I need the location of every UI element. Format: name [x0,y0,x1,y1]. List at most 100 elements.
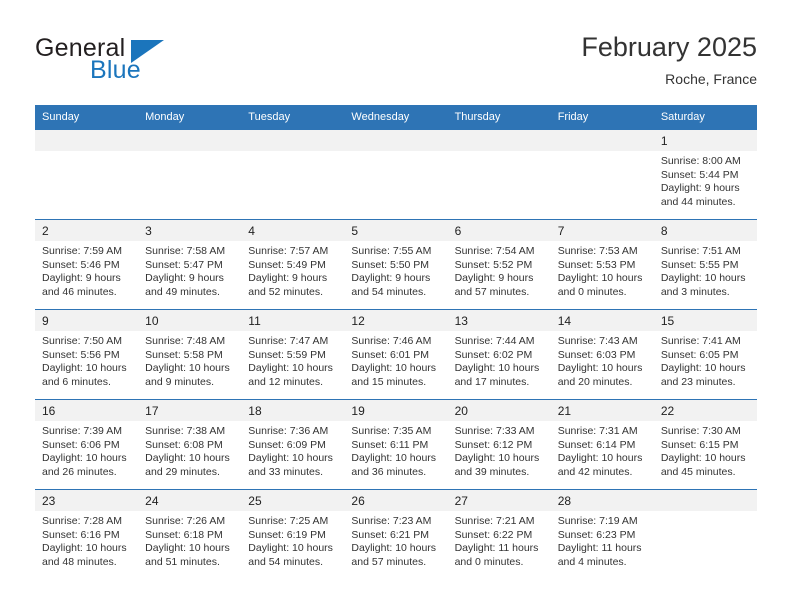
calendar-day-cell[interactable] [447,129,551,220]
day-cell-inner: 27 Sunrise: 7:21 AM Sunset: 6:22 PM Dayligh… [447,490,551,580]
day-number: 10 [138,310,242,331]
day-cell-inner: 18 Sunrise: 7:36 AM Sunset: 6:09 PM Dayligh… [241,400,345,489]
calendar-day-cell[interactable] [653,489,757,580]
calendar-week-row: 16 Sunrise: 7:39 AM Sunset: 6:06 PM Dayligh… [35,399,757,490]
daylight-text: Daylight: 10 hours and 12 minutes. [248,362,333,388]
daylight-text: Daylight: 11 hours and 4 minutes. [557,542,642,568]
day-cell-inner: 26 Sunrise: 7:23 AM Sunset: 6:21 PM Dayligh… [344,490,448,580]
sunrise-text: Sunrise: 7:35 AM [351,425,432,437]
day-cell-inner: 20 Sunrise: 7:33 AM Sunset: 6:12 PM Dayligh… [447,400,551,489]
day-number: 6 [447,220,551,241]
calendar-week-row: 2 Sunrise: 7:59 AM Sunset: 5:46 PM Daylight… [35,219,757,310]
calendar-day-cell[interactable]: 16 Sunrise: 7:39 AM Sunset: 6:06 PM Dayligh… [35,399,139,490]
calendar-day-cell[interactable]: 18 Sunrise: 7:36 AM Sunset: 6:09 PM Dayligh… [241,399,345,490]
location-subtitle: Roche, France [665,71,757,87]
sunrise-text: Sunrise: 7:50 AM [42,335,122,347]
page-title: February 2025 [581,32,757,62]
day-number: 2 [35,220,139,241]
calendar-day-cell[interactable] [550,129,654,220]
calendar-day-cell[interactable]: 9 Sunrise: 7:50 AM Sunset: 5:56 PM Daylight… [35,309,139,400]
day-details: Sunrise: 7:41 AM Sunset: 6:05 PM Daylight:… [654,331,757,389]
calendar-day-cell[interactable]: 4 Sunrise: 7:57 AM Sunset: 5:49 PM Daylight… [241,219,345,310]
calendar-day-cell[interactable]: 12 Sunrise: 7:46 AM Sunset: 6:01 PM Dayligh… [344,309,448,400]
day-number: 7 [550,220,654,241]
calendar-day-cell[interactable]: 24 Sunrise: 7:26 AM Sunset: 6:18 PM Dayligh… [138,489,242,580]
calendar-day-cell[interactable] [35,129,139,220]
calendar-day-cell[interactable]: 15 Sunrise: 7:41 AM Sunset: 6:05 PM Dayligh… [653,309,757,400]
sunrise-text: Sunrise: 7:59 AM [42,245,122,257]
calendar-day-cell[interactable]: 13 Sunrise: 7:44 AM Sunset: 6:02 PM Dayligh… [447,309,551,400]
day-details: Sunrise: 8:00 AM Sunset: 5:44 PM Daylight:… [654,151,757,209]
sunset-text: Sunset: 6:03 PM [557,348,636,361]
calendar-day-cell[interactable]: 11 Sunrise: 7:47 AM Sunset: 5:59 PM Dayligh… [241,309,345,400]
sunrise-text: Sunrise: 7:44 AM [454,335,535,347]
calendar-day-cell[interactable]: 5 Sunrise: 7:55 AM Sunset: 5:50 PM Daylight… [344,219,448,310]
day-details: Sunrise: 7:39 AM Sunset: 6:06 PM Daylight:… [35,421,138,479]
day-cell-inner: 10 Sunrise: 7:48 AM Sunset: 5:58 PM Dayligh… [138,310,242,399]
day-details: Sunrise: 7:59 AM Sunset: 5:46 PM Daylight:… [35,241,138,299]
day-number [241,130,345,151]
sunset-text: Sunset: 6:11 PM [351,438,429,451]
daylight-text: Daylight: 10 hours and 0 minutes. [557,272,643,298]
calendar-day-cell[interactable]: 3 Sunrise: 7:58 AM Sunset: 5:47 PM Daylight… [138,219,242,310]
calendar-day-cell[interactable]: 20 Sunrise: 7:33 AM Sunset: 6:12 PM Dayligh… [447,399,551,490]
day-cell-inner: 11 Sunrise: 7:47 AM Sunset: 5:59 PM Dayligh… [241,310,345,399]
weekday-header-monday: Monday [138,105,242,130]
day-number: 1 [653,130,757,151]
weekday-header-wednesday: Wednesday [344,105,448,130]
day-cell-inner: 2 Sunrise: 7:59 AM Sunset: 5:46 PM Daylight… [35,220,139,309]
calendar-day-cell[interactable]: 7 Sunrise: 7:53 AM Sunset: 5:53 PM Daylight… [550,219,654,310]
calendar-day-cell[interactable]: 10 Sunrise: 7:48 AM Sunset: 5:58 PM Dayligh… [138,309,242,400]
calendar-day-cell[interactable]: 19 Sunrise: 7:35 AM Sunset: 6:11 PM Dayligh… [344,399,448,490]
day-cell-inner: 17 Sunrise: 7:38 AM Sunset: 6:08 PM Dayligh… [138,400,242,489]
calendar-day-cell[interactable]: 21 Sunrise: 7:31 AM Sunset: 6:14 PM Dayligh… [550,399,654,490]
sunrise-text: Sunrise: 7:57 AM [248,245,329,257]
calendar-day-cell[interactable]: 14 Sunrise: 7:43 AM Sunset: 6:03 PM Dayligh… [550,309,654,400]
daylight-text: Daylight: 10 hours and 6 minutes. [42,362,127,388]
day-cell-inner: 21 Sunrise: 7:31 AM Sunset: 6:14 PM Dayligh… [550,400,654,489]
calendar-day-cell[interactable] [241,129,345,220]
calendar-day-cell[interactable]: 26 Sunrise: 7:23 AM Sunset: 6:21 PM Dayligh… [344,489,448,580]
sunrise-text: Sunrise: 7:51 AM [660,245,741,257]
calendar-day-cell[interactable]: 25 Sunrise: 7:25 AM Sunset: 6:19 PM Dayligh… [241,489,345,580]
brand-logo[interactable]: General Blue [35,30,295,90]
calendar-day-cell[interactable] [138,129,242,220]
calendar-day-cell[interactable]: 6 Sunrise: 7:54 AM Sunset: 5:52 PM Daylight… [447,219,551,310]
day-cell-inner: 24 Sunrise: 7:26 AM Sunset: 6:18 PM Dayligh… [138,490,242,580]
calendar-day-cell[interactable] [344,129,448,220]
calendar-day-cell[interactable]: 22 Sunrise: 7:30 AM Sunset: 6:15 PM Dayligh… [653,399,757,490]
sunset-text: Sunset: 6:09 PM [248,438,326,451]
day-cell-inner [344,130,448,219]
sunset-text: Sunset: 6:23 PM [557,528,636,541]
daylight-text: Daylight: 10 hours and 26 minutes. [42,452,127,478]
daylight-text: Daylight: 10 hours and 29 minutes. [145,452,230,478]
day-number [550,130,654,151]
day-details: Sunrise: 7:51 AM Sunset: 5:55 PM Daylight:… [654,241,757,299]
calendar-day-cell[interactable]: 23 Sunrise: 7:28 AM Sunset: 6:16 PM Dayligh… [35,489,139,580]
daylight-text: Daylight: 10 hours and 54 minutes. [248,542,333,568]
day-cell-inner: 6 Sunrise: 7:54 AM Sunset: 5:52 PM Daylight… [447,220,551,309]
calendar-day-cell[interactable]: 27 Sunrise: 7:21 AM Sunset: 6:22 PM Dayligh… [447,489,551,580]
brand-name-blue: Blue [90,56,141,84]
calendar-day-cell[interactable]: 2 Sunrise: 7:59 AM Sunset: 5:46 PM Daylight… [35,219,139,310]
day-details: Sunrise: 7:46 AM Sunset: 6:01 PM Daylight:… [344,331,447,389]
sunset-text: Sunset: 5:56 PM [42,348,120,361]
day-number [138,130,242,151]
calendar-day-cell[interactable]: 28 Sunrise: 7:19 AM Sunset: 6:23 PM Dayligh… [550,489,654,580]
day-number: 9 [35,310,139,331]
day-number: 14 [550,310,654,331]
day-cell-inner: 1 Sunrise: 8:00 AM Sunset: 5:44 PM Daylight… [653,130,757,219]
day-number: 25 [241,490,345,511]
page-header: General Blue February 2025 Roche, France [35,30,757,98]
daylight-text: Daylight: 10 hours and 51 minutes. [145,542,230,568]
sunset-text: Sunset: 5:44 PM [660,168,739,181]
calendar-day-cell[interactable]: 1 Sunrise: 8:00 AM Sunset: 5:44 PM Daylight… [653,129,757,220]
calendar-day-cell[interactable]: 17 Sunrise: 7:38 AM Sunset: 6:08 PM Dayligh… [138,399,242,490]
day-number: 17 [138,400,242,421]
calendar-day-cell[interactable]: 8 Sunrise: 7:51 AM Sunset: 5:55 PM Daylight… [653,219,757,310]
daylight-text: Daylight: 9 hours and 57 minutes. [454,272,534,298]
daylight-text: Daylight: 10 hours and 15 minutes. [351,362,437,388]
sunrise-text: Sunrise: 7:39 AM [42,425,122,437]
day-number [344,130,448,151]
sunset-text: Sunset: 5:46 PM [42,258,120,271]
